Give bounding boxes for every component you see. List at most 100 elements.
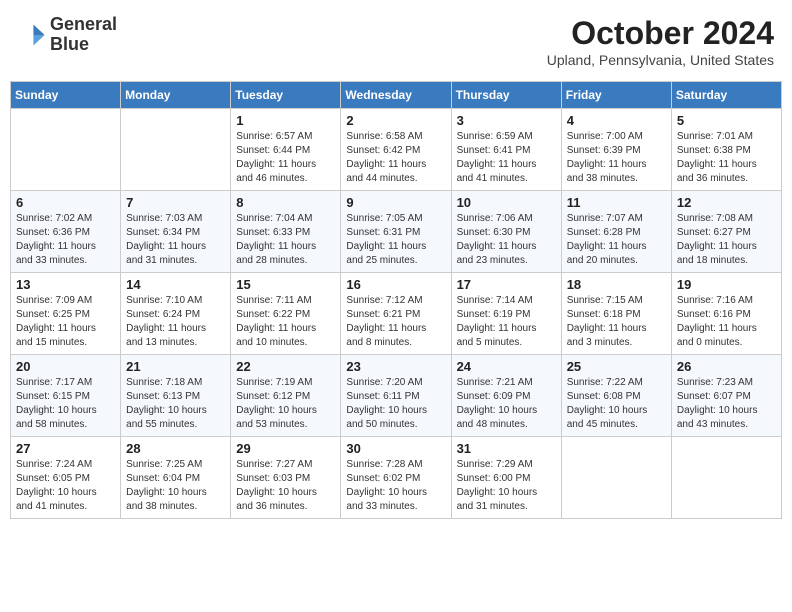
calendar-day-cell: 10 Sunrise: 7:06 AM Sunset: 6:30 PM Dayli… — [451, 191, 561, 273]
calendar-day-cell: 27 Sunrise: 7:24 AM Sunset: 6:05 PM Dayli… — [11, 437, 121, 519]
day-info: Sunrise: 7:09 AM Sunset: 6:25 PM Dayligh… — [16, 294, 115, 350]
day-number: 8 — [236, 195, 335, 210]
calendar-header-row: SundayMondayTuesdayWednesdayThursdayFrid… — [11, 82, 782, 109]
calendar-week-row: 20 Sunrise: 7:17 AM Sunset: 6:15 PM Dayli… — [11, 355, 782, 437]
calendar-day-cell: 14 Sunrise: 7:10 AM Sunset: 6:24 PM Dayli… — [121, 273, 231, 355]
day-info: Sunrise: 6:59 AM Sunset: 6:41 PM Dayligh… — [457, 130, 556, 186]
day-number: 19 — [677, 277, 776, 292]
calendar-week-row: 1Sunrise: 6:57 AM Sunset: 6:44 PM Daylig… — [11, 109, 782, 191]
calendar-day-cell: 13 Sunrise: 7:09 AM Sunset: 6:25 PM Dayli… — [11, 273, 121, 355]
month-title: October 2024 — [547, 15, 774, 52]
day-number: 30 — [346, 441, 445, 456]
calendar-day-cell: 30 Sunrise: 7:28 AM Sunset: 6:02 PM Dayli… — [341, 437, 451, 519]
day-info: Sunrise: 7:07 AM Sunset: 6:28 PM Dayligh… — [567, 212, 666, 268]
day-number: 21 — [126, 359, 225, 374]
day-info: Sunrise: 7:00 AM Sunset: 6:39 PM Dayligh… — [567, 130, 666, 186]
calendar-day-cell: 20 Sunrise: 7:17 AM Sunset: 6:15 PM Dayli… — [11, 355, 121, 437]
day-number: 10 — [457, 195, 556, 210]
calendar-day-cell: 1Sunrise: 6:57 AM Sunset: 6:44 PM Daylig… — [231, 109, 341, 191]
logo-text: General Blue — [50, 15, 117, 55]
day-number: 17 — [457, 277, 556, 292]
day-number: 25 — [567, 359, 666, 374]
day-info: Sunrise: 7:02 AM Sunset: 6:36 PM Dayligh… — [16, 212, 115, 268]
calendar-day-cell: 31Sunrise: 7:29 AM Sunset: 6:00 PM Dayli… — [451, 437, 561, 519]
day-number: 2 — [346, 113, 445, 128]
column-header-monday: Monday — [121, 82, 231, 109]
calendar-day-cell: 8 Sunrise: 7:04 AM Sunset: 6:33 PM Daylig… — [231, 191, 341, 273]
day-info: Sunrise: 7:27 AM Sunset: 6:03 PM Dayligh… — [236, 458, 335, 514]
calendar-week-row: 27 Sunrise: 7:24 AM Sunset: 6:05 PM Dayli… — [11, 437, 782, 519]
day-number: 12 — [677, 195, 776, 210]
title-block: October 2024 Upland, Pennsylvania, Unite… — [547, 15, 774, 68]
day-number: 9 — [346, 195, 445, 210]
day-number: 15 — [236, 277, 335, 292]
calendar-day-cell — [671, 437, 781, 519]
day-number: 1 — [236, 113, 335, 128]
day-info: Sunrise: 7:25 AM Sunset: 6:04 PM Dayligh… — [126, 458, 225, 514]
day-number: 28 — [126, 441, 225, 456]
day-number: 18 — [567, 277, 666, 292]
day-number: 7 — [126, 195, 225, 210]
calendar-day-cell: 28 Sunrise: 7:25 AM Sunset: 6:04 PM Dayli… — [121, 437, 231, 519]
day-number: 16 — [346, 277, 445, 292]
calendar-day-cell: 4 Sunrise: 7:00 AM Sunset: 6:39 PM Daylig… — [561, 109, 671, 191]
day-info: Sunrise: 6:58 AM Sunset: 6:42 PM Dayligh… — [346, 130, 445, 186]
day-number: 22 — [236, 359, 335, 374]
calendar-day-cell: 17 Sunrise: 7:14 AM Sunset: 6:19 PM Dayli… — [451, 273, 561, 355]
calendar-day-cell: 11 Sunrise: 7:07 AM Sunset: 6:28 PM Dayli… — [561, 191, 671, 273]
day-info: Sunrise: 7:03 AM Sunset: 6:34 PM Dayligh… — [126, 212, 225, 268]
day-number: 3 — [457, 113, 556, 128]
day-info: Sunrise: 7:18 AM Sunset: 6:13 PM Dayligh… — [126, 376, 225, 432]
day-number: 24 — [457, 359, 556, 374]
page-header: General Blue October 2024 Upland, Pennsy… — [10, 10, 782, 73]
day-number: 27 — [16, 441, 115, 456]
day-info: Sunrise: 7:06 AM Sunset: 6:30 PM Dayligh… — [457, 212, 556, 268]
column-header-thursday: Thursday — [451, 82, 561, 109]
day-info: Sunrise: 7:01 AM Sunset: 6:38 PM Dayligh… — [677, 130, 776, 186]
day-info: Sunrise: 7:04 AM Sunset: 6:33 PM Dayligh… — [236, 212, 335, 268]
day-info: Sunrise: 7:12 AM Sunset: 6:21 PM Dayligh… — [346, 294, 445, 350]
day-info: Sunrise: 7:28 AM Sunset: 6:02 PM Dayligh… — [346, 458, 445, 514]
calendar-day-cell: 5 Sunrise: 7:01 AM Sunset: 6:38 PM Daylig… — [671, 109, 781, 191]
calendar-week-row: 13 Sunrise: 7:09 AM Sunset: 6:25 PM Dayli… — [11, 273, 782, 355]
day-number: 5 — [677, 113, 776, 128]
calendar-day-cell: 6 Sunrise: 7:02 AM Sunset: 6:36 PM Daylig… — [11, 191, 121, 273]
day-info: Sunrise: 7:11 AM Sunset: 6:22 PM Dayligh… — [236, 294, 335, 350]
day-number: 6 — [16, 195, 115, 210]
day-number: 23 — [346, 359, 445, 374]
day-info: Sunrise: 7:17 AM Sunset: 6:15 PM Dayligh… — [16, 376, 115, 432]
location: Upland, Pennsylvania, United States — [547, 52, 774, 68]
day-info: Sunrise: 7:14 AM Sunset: 6:19 PM Dayligh… — [457, 294, 556, 350]
calendar-day-cell: 2 Sunrise: 6:58 AM Sunset: 6:42 PM Daylig… — [341, 109, 451, 191]
day-number: 26 — [677, 359, 776, 374]
day-info: Sunrise: 7:23 AM Sunset: 6:07 PM Dayligh… — [677, 376, 776, 432]
day-info: Sunrise: 7:16 AM Sunset: 6:16 PM Dayligh… — [677, 294, 776, 350]
calendar-day-cell: 16 Sunrise: 7:12 AM Sunset: 6:21 PM Dayli… — [341, 273, 451, 355]
calendar-day-cell — [121, 109, 231, 191]
day-number: 11 — [567, 195, 666, 210]
day-number: 20 — [16, 359, 115, 374]
calendar-day-cell: 21 Sunrise: 7:18 AM Sunset: 6:13 PM Dayli… — [121, 355, 231, 437]
column-header-sunday: Sunday — [11, 82, 121, 109]
day-number: 31 — [457, 441, 556, 456]
column-header-tuesday: Tuesday — [231, 82, 341, 109]
day-number: 13 — [16, 277, 115, 292]
day-number: 4 — [567, 113, 666, 128]
calendar-day-cell: 12Sunrise: 7:08 AM Sunset: 6:27 PM Dayli… — [671, 191, 781, 273]
calendar-day-cell: 25 Sunrise: 7:22 AM Sunset: 6:08 PM Dayli… — [561, 355, 671, 437]
column-header-friday: Friday — [561, 82, 671, 109]
day-number: 14 — [126, 277, 225, 292]
calendar-day-cell — [561, 437, 671, 519]
column-header-saturday: Saturday — [671, 82, 781, 109]
day-info: Sunrise: 7:15 AM Sunset: 6:18 PM Dayligh… — [567, 294, 666, 350]
calendar-day-cell: 9Sunrise: 7:05 AM Sunset: 6:31 PM Daylig… — [341, 191, 451, 273]
day-info: Sunrise: 7:24 AM Sunset: 6:05 PM Dayligh… — [16, 458, 115, 514]
day-info: Sunrise: 7:10 AM Sunset: 6:24 PM Dayligh… — [126, 294, 225, 350]
calendar-week-row: 6 Sunrise: 7:02 AM Sunset: 6:36 PM Daylig… — [11, 191, 782, 273]
calendar-day-cell: 26 Sunrise: 7:23 AM Sunset: 6:07 PM Dayli… — [671, 355, 781, 437]
calendar-day-cell — [11, 109, 121, 191]
calendar-day-cell: 18 Sunrise: 7:15 AM Sunset: 6:18 PM Dayli… — [561, 273, 671, 355]
day-number: 29 — [236, 441, 335, 456]
day-info: Sunrise: 7:21 AM Sunset: 6:09 PM Dayligh… — [457, 376, 556, 432]
day-info: Sunrise: 7:22 AM Sunset: 6:08 PM Dayligh… — [567, 376, 666, 432]
